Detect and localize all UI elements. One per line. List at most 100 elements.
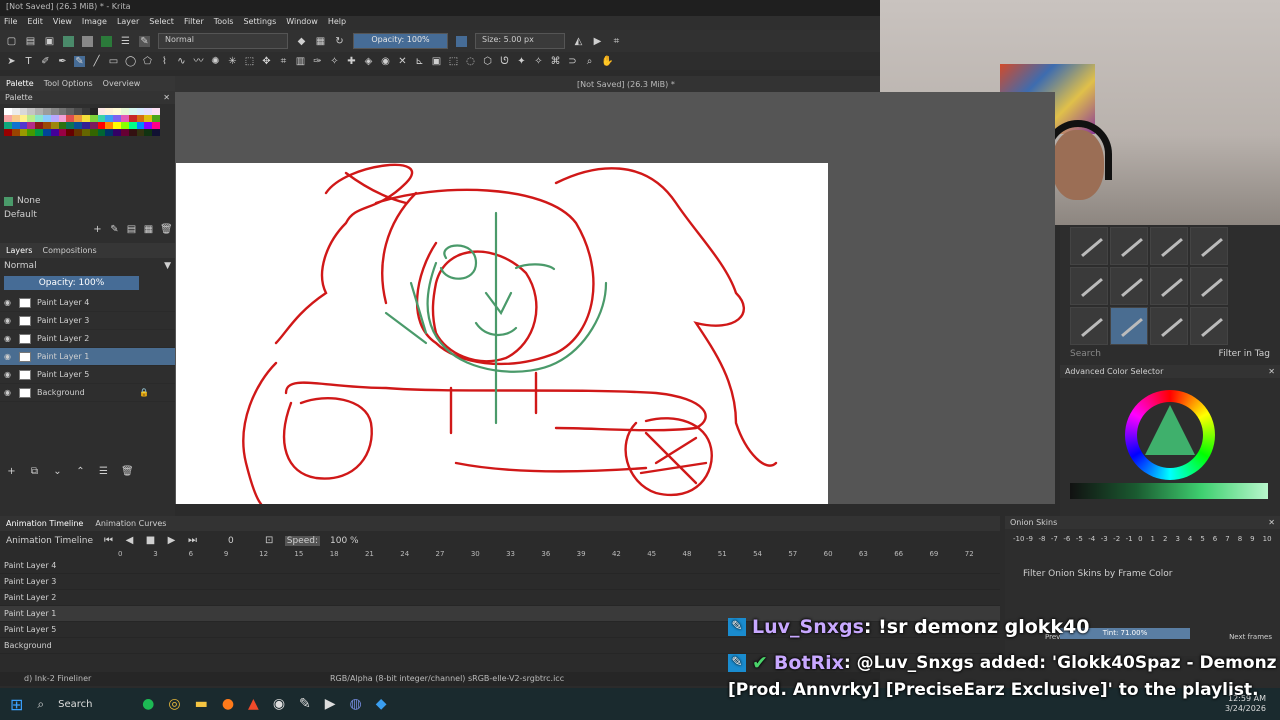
tab-overview[interactable]: Overview	[103, 79, 141, 88]
palette-swatch[interactable]	[66, 129, 75, 136]
palette-swatch[interactable]	[74, 115, 82, 122]
palette-swatch[interactable]	[50, 115, 59, 122]
onion-frame-number[interactable]: -5	[1076, 535, 1085, 543]
palette-swatch[interactable]	[74, 122, 82, 129]
menu-edit[interactable]: Edit	[27, 17, 43, 29]
palette-swatch[interactable]	[4, 129, 12, 136]
prev-frame-icon[interactable]: ◀	[124, 535, 135, 546]
frame-number[interactable]: 0	[228, 536, 234, 546]
onion-frame-number[interactable]: 0	[1138, 535, 1147, 543]
firefox-icon[interactable]: ●	[222, 696, 234, 712]
palette-swatch[interactable]	[19, 108, 28, 115]
freehand-path-icon[interactable]: 〰	[193, 56, 204, 67]
palette-swatch[interactable]	[152, 129, 160, 136]
tab-animation-curves[interactable]: Animation Curves	[95, 519, 166, 528]
crop-tool-icon[interactable]: ⌗	[278, 56, 289, 67]
palette-swatch[interactable]	[19, 122, 28, 129]
menu-settings[interactable]: Settings	[243, 17, 276, 29]
freehand-select-icon[interactable]: ᘎ	[499, 56, 510, 67]
polyline-tool-icon[interactable]: ⌇	[159, 56, 170, 67]
palette-swatch[interactable]	[136, 108, 145, 115]
brush-preset[interactable]	[1150, 307, 1188, 345]
palette-swatch[interactable]	[11, 115, 20, 122]
palette-swatch[interactable]	[89, 122, 98, 129]
palette-swatch[interactable]	[120, 122, 129, 129]
color-gradient-bar[interactable]	[1070, 483, 1268, 499]
wrap-around-icon[interactable]: ⌗	[611, 36, 622, 47]
gradient-icon[interactable]	[82, 35, 93, 47]
brush-presets-icon[interactable]: ☰	[120, 36, 131, 47]
palette-swatch[interactable]	[97, 108, 106, 115]
move-tool-icon[interactable]: ✥	[261, 56, 272, 67]
discord-icon[interactable]: ◍	[350, 696, 362, 712]
onion-frame-number[interactable]: -3	[1101, 535, 1110, 543]
palette-swatch[interactable]	[113, 122, 121, 129]
contiguous-select-icon[interactable]: ✦	[516, 56, 527, 67]
first-frame-icon[interactable]: ⏮	[103, 535, 114, 546]
palette-swatch[interactable]	[11, 108, 20, 115]
status-brush[interactable]: d) Ink-2 Fineliner	[24, 674, 91, 683]
brush-preset[interactable]	[1190, 267, 1228, 305]
layer-row[interactable]: ◉ Paint Layer 4	[0, 294, 175, 312]
palette-swatch[interactable]	[35, 122, 43, 129]
reference-tool-icon[interactable]: ▣	[431, 56, 442, 67]
menu-filter[interactable]: Filter	[184, 17, 204, 29]
magnetic-select-icon[interactable]: ⊃	[567, 56, 578, 67]
eye-icon[interactable]: ◉	[4, 388, 13, 397]
palette-swatch[interactable]	[97, 129, 106, 136]
brush-preset-selected[interactable]	[1110, 307, 1148, 345]
palette-swatch[interactable]	[113, 115, 121, 122]
palette-swatch[interactable]	[50, 129, 59, 136]
palette-default-label[interactable]: Default	[0, 208, 175, 222]
palette-swatch[interactable]	[27, 129, 36, 136]
palette-swatch[interactable]	[58, 129, 67, 136]
palette-swatch[interactable]	[144, 122, 153, 129]
palette-swatch[interactable]	[105, 108, 114, 115]
brush-preset[interactable]	[1110, 267, 1148, 305]
alpha-lock-icon[interactable]: ▦	[315, 36, 326, 47]
layer-row[interactable]: ◉ Paint Layer 5	[0, 366, 175, 384]
timeline-row[interactable]: Paint Layer 2	[0, 590, 1000, 606]
palette-swatch[interactable]	[152, 115, 160, 122]
palette-swatch[interactable]	[105, 115, 114, 122]
onion-frame-number[interactable]: -8	[1038, 535, 1047, 543]
palette-swatch[interactable]	[113, 129, 121, 136]
menu-tools[interactable]: Tools	[214, 17, 234, 29]
palette-swatch[interactable]	[42, 122, 51, 129]
tab-palette[interactable]: Palette	[6, 79, 34, 88]
brave-icon[interactable]: ▲	[248, 696, 259, 712]
palette-swatch[interactable]	[4, 108, 12, 115]
pattern-icon[interactable]	[63, 35, 74, 47]
blend-mode-select[interactable]: Normal	[158, 33, 288, 49]
palette-swatch[interactable]	[81, 115, 90, 122]
onion-frame-number[interactable]: -10	[1013, 535, 1024, 543]
smart-patch-icon[interactable]: ✚	[346, 56, 357, 67]
search-icon[interactable]: ⌕	[37, 697, 44, 712]
line-tool-icon[interactable]: ╱	[91, 56, 102, 67]
brush-preset[interactable]	[1150, 227, 1188, 265]
menu-help[interactable]: Help	[328, 17, 346, 29]
palette-swatch[interactable]	[120, 115, 129, 122]
palette-swatch[interactable]	[42, 108, 51, 115]
palette-swatch[interactable]	[66, 122, 75, 129]
palette-swatch[interactable]	[105, 129, 114, 136]
spotify-icon[interactable]: ●	[142, 696, 154, 712]
krita-icon[interactable]: ✎	[299, 696, 311, 712]
palette-swatch[interactable]	[144, 108, 153, 115]
palette-swatch[interactable]	[81, 108, 90, 115]
ellipse-select-icon[interactable]: ◌	[465, 56, 476, 67]
eraser-icon[interactable]: ◆	[296, 36, 307, 47]
tab-layers[interactable]: Layers	[6, 246, 32, 255]
palette-swatch[interactable]	[128, 122, 137, 129]
file-explorer-icon[interactable]: ▬	[195, 696, 208, 712]
timeline-row[interactable]: Paint Layer 3	[0, 574, 1000, 590]
text-tool-icon[interactable]: T	[23, 56, 34, 67]
onion-frame-number[interactable]: 7	[1225, 535, 1234, 543]
brush-preview-icon[interactable]: ✎	[139, 35, 150, 47]
bezier-tool-icon[interactable]: ∿	[176, 56, 187, 67]
import-icon[interactable]: ▤	[126, 224, 137, 235]
pan-tool-icon[interactable]: ✋	[601, 56, 613, 67]
chrome-icon[interactable]: ◎	[168, 696, 180, 712]
palette-swatch[interactable]	[81, 122, 90, 129]
palette-swatch[interactable]	[4, 122, 12, 129]
